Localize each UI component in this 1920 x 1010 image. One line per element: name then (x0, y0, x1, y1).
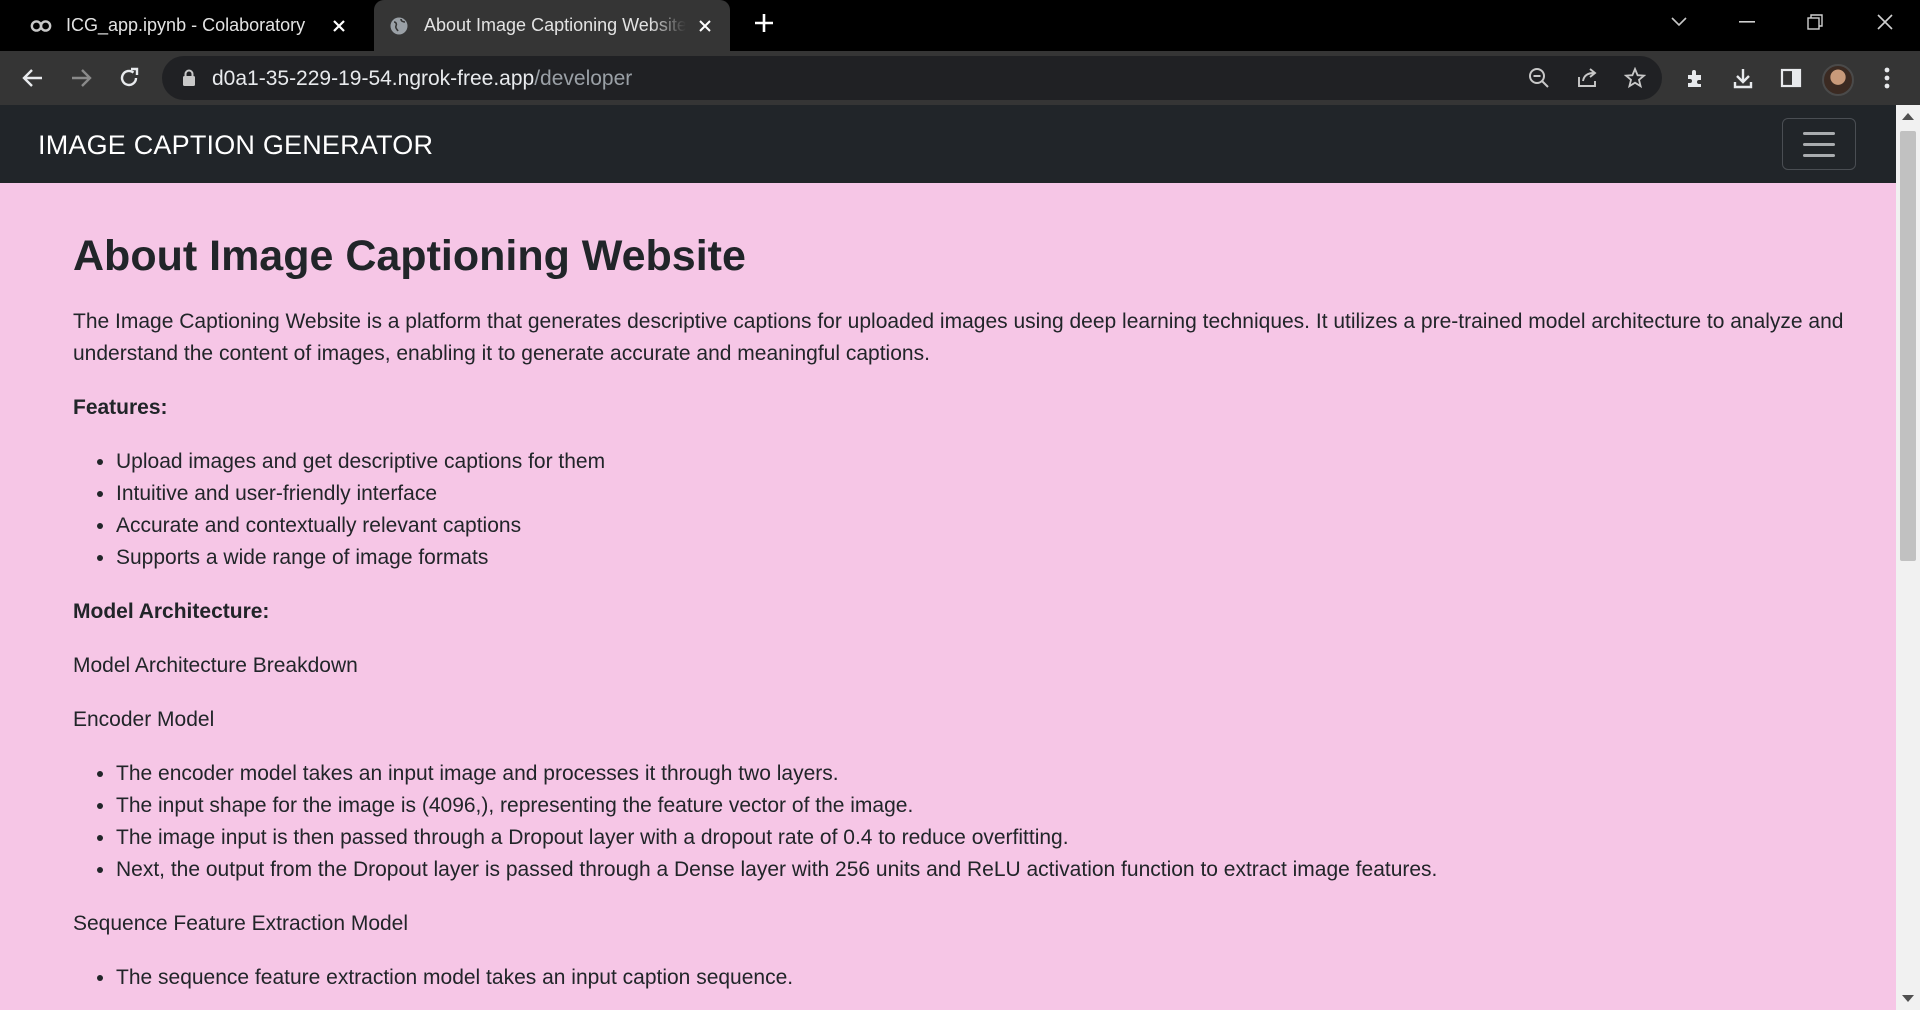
page-scrollbar[interactable] (1896, 105, 1920, 1010)
site-navbar: IMAGE CAPTION GENERATOR (0, 105, 1896, 183)
new-tab-button[interactable] (750, 12, 778, 40)
profile-avatar[interactable] (1822, 64, 1854, 96)
page-title: About Image Captioning Website (73, 232, 746, 280)
architecture-breakdown: Model Architecture Breakdown (73, 653, 358, 677)
bookmark-star-icon[interactable] (1622, 65, 1648, 91)
share-icon[interactable] (1574, 65, 1600, 91)
tab-about[interactable]: About Image Captioning Website (374, 0, 730, 51)
navbar-toggler-hamburger-icon[interactable] (1782, 118, 1856, 170)
side-panel-icon[interactable] (1776, 63, 1806, 93)
url-host: d0a1-35-229-19-54.ngrok-free.app (212, 67, 535, 90)
url-path: /developer (534, 67, 633, 90)
list-item: The encoder model takes an input image a… (116, 758, 1853, 790)
tab-title: About Image Captioning Website (424, 15, 686, 35)
intro-paragraph: The Image Captioning Website is a platfo… (73, 309, 1844, 365)
list-item: Intuitive and user-friendly interface (116, 478, 1853, 510)
address-bar[interactable]: d0a1-35-229-19-54.ngrok-free.app/develop… (162, 56, 1662, 100)
menu-dots-icon[interactable] (1872, 63, 1902, 93)
globe-icon (388, 15, 410, 37)
sequence-heading: Sequence Feature Extraction Model (73, 911, 409, 935)
scroll-up-icon[interactable] (1902, 113, 1914, 120)
colab-icon (30, 15, 52, 37)
back-icon[interactable] (16, 61, 50, 95)
list-item: Supports a wide range of image formats (116, 542, 1853, 574)
main-content: About Image Captioning Website The Image… (73, 231, 1853, 994)
reload-icon[interactable] (112, 61, 146, 95)
tab-search-icon[interactable] (1654, 0, 1704, 44)
url-text: d0a1-35-229-19-54.ngrok-free.app/develop… (212, 67, 632, 91)
list-item: Next, the output from the Dropout layer … (116, 854, 1853, 886)
page-viewport: IMAGE CAPTION GENERATOR About Image Capt… (0, 105, 1896, 1010)
lock-icon[interactable] (182, 69, 196, 92)
browser-toolbar: d0a1-35-229-19-54.ngrok-free.app/develop… (0, 51, 1920, 105)
list-item: The input shape for the image is (4096,)… (116, 790, 1853, 822)
architecture-heading: Model Architecture: (73, 599, 270, 623)
features-list: Upload images and get descriptive captio… (73, 446, 1853, 574)
tab-strip: ICG_app.ipynb - Colaboratory About Image… (0, 0, 1920, 51)
forward-icon[interactable] (64, 61, 98, 95)
features-heading: Features: (73, 395, 168, 419)
list-item: The sequence feature extraction model ta… (116, 962, 1853, 994)
download-icon[interactable] (1728, 63, 1758, 93)
encoder-heading: Encoder Model (73, 707, 215, 731)
restore-icon[interactable] (1790, 0, 1840, 44)
scroll-down-icon[interactable] (1902, 995, 1914, 1002)
navbar-brand[interactable]: IMAGE CAPTION GENERATOR (38, 130, 433, 161)
tab-title: ICG_app.ipynb - Colaboratory (66, 15, 306, 35)
minimize-icon[interactable] (1722, 0, 1772, 44)
sequence-list: The sequence feature extraction model ta… (73, 962, 1853, 994)
close-tab-icon[interactable] (694, 15, 716, 37)
list-item: Upload images and get descriptive captio… (116, 446, 1853, 478)
tab-colab[interactable]: ICG_app.ipynb - Colaboratory (20, 0, 360, 51)
list-item: Accurate and contextually relevant capti… (116, 510, 1853, 542)
extensions-icon[interactable] (1680, 63, 1710, 93)
encoder-list: The encoder model takes an input image a… (73, 758, 1853, 886)
close-tab-icon[interactable] (328, 15, 350, 37)
list-item: The image input is then passed through a… (116, 822, 1853, 854)
zoom-out-icon[interactable] (1526, 65, 1552, 91)
close-window-icon[interactable] (1860, 0, 1910, 44)
scrollbar-thumb[interactable] (1900, 131, 1916, 561)
